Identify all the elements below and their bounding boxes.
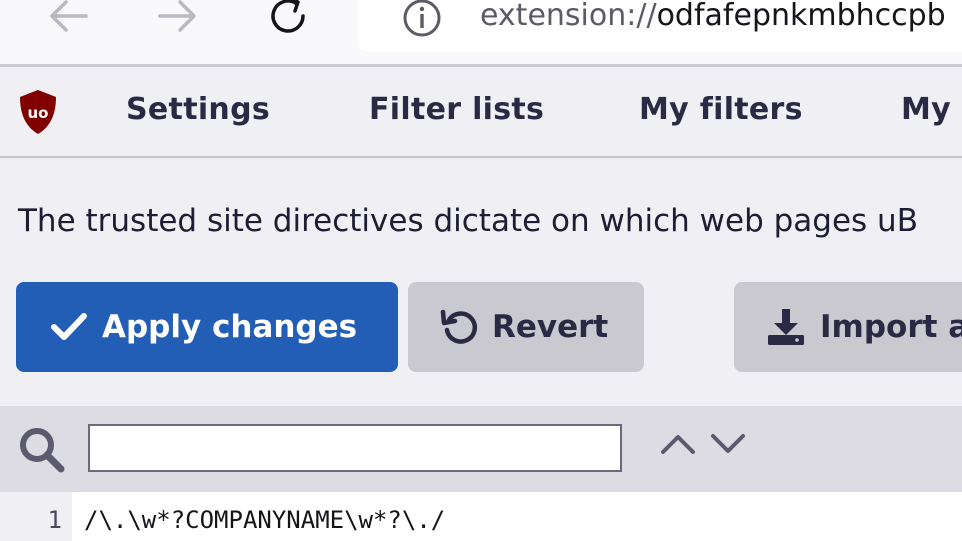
extension-nav: uo Settings Filter lists My filters My — [0, 67, 962, 156]
tab-my-filters[interactable]: My filters — [639, 89, 803, 131]
info-icon[interactable] — [400, 0, 444, 44]
page: extension://odfafepnkmbhccpb uo Settings… — [0, 0, 962, 541]
revert-label: Revert — [492, 309, 609, 345]
logo-text: uo — [28, 104, 49, 122]
code-editor[interactable]: 1 /\.\w*?COMPANYNAME\w*?\./ — [0, 492, 962, 541]
url-host: odfafepnkmbhccpb — [656, 0, 946, 33]
search-bar — [0, 406, 962, 492]
tab-my-rules[interactable]: My — [901, 89, 951, 131]
description-text: The trusted site directives dictate on w… — [18, 203, 918, 239]
find-next-button[interactable] — [710, 432, 746, 460]
line-gutter: 1 — [0, 492, 72, 541]
forward-button[interactable] — [148, 0, 208, 46]
import-label: Import a — [820, 309, 962, 345]
chevron-down-icon — [711, 434, 745, 453]
reload-icon — [271, 0, 305, 33]
line-number: 1 — [47, 506, 62, 534]
tab-settings[interactable]: Settings — [126, 89, 270, 131]
tab-filter-lists[interactable]: Filter lists — [369, 89, 544, 131]
apply-changes-label: Apply changes — [102, 309, 358, 345]
url-scheme: extension:// — [480, 0, 657, 33]
undo-icon — [440, 308, 478, 346]
search-input[interactable] — [88, 424, 622, 472]
back-arrow-icon — [50, 0, 88, 32]
reload-button[interactable] — [258, 0, 318, 46]
find-previous-button[interactable] — [660, 432, 696, 460]
browser-toolbar: extension://odfafepnkmbhccpb — [0, 0, 962, 64]
editor-line[interactable]: /\.\w*?COMPANYNAME\w*?\./ — [84, 506, 445, 534]
forward-arrow-icon — [158, 0, 196, 32]
search-icon[interactable] — [18, 426, 66, 478]
nav-divider — [0, 156, 962, 158]
apply-changes-button[interactable]: Apply changes — [16, 282, 398, 372]
url-text[interactable]: extension://odfafepnkmbhccpb — [480, 0, 946, 40]
ublock-logo-icon: uo — [18, 89, 58, 139]
back-button[interactable] — [38, 0, 98, 46]
chevron-up-icon — [661, 435, 695, 454]
download-icon — [766, 307, 806, 347]
revert-button[interactable]: Revert — [408, 282, 644, 372]
import-button[interactable]: Import a — [734, 282, 962, 372]
checkmark-icon — [50, 312, 88, 342]
